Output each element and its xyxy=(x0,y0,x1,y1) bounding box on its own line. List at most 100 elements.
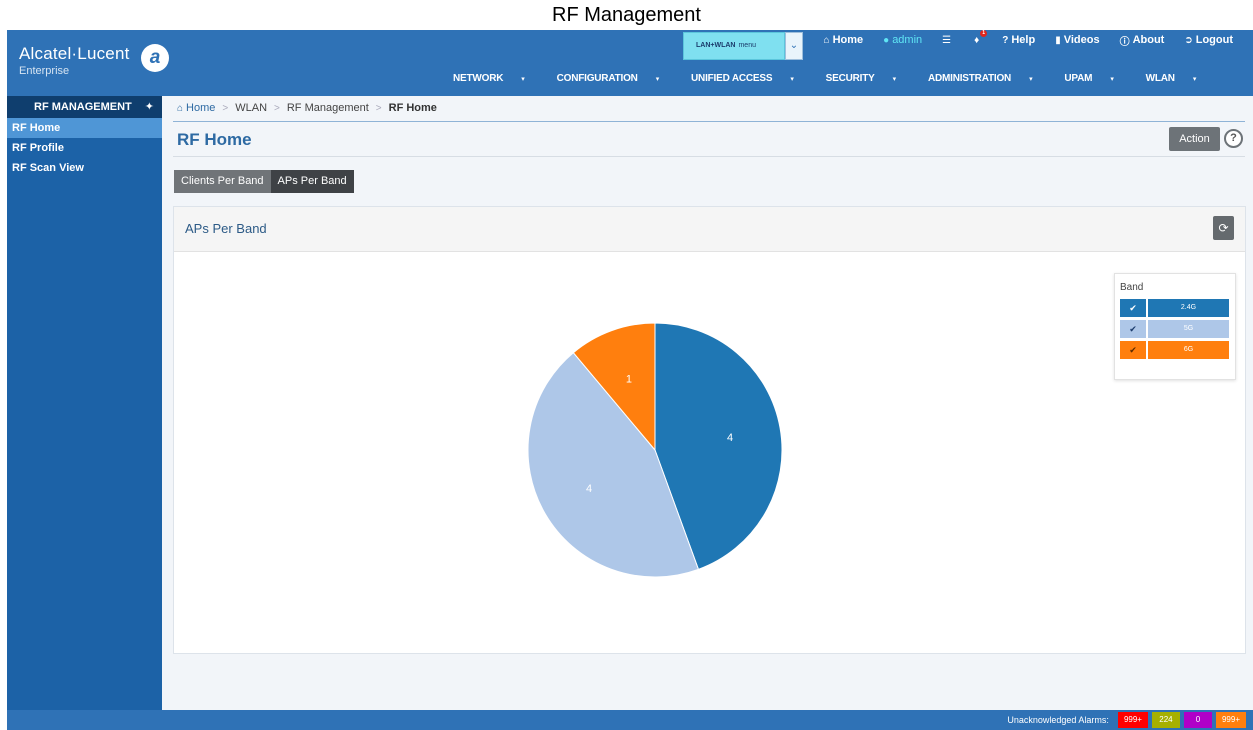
logout-icon: ➲ xyxy=(1184,34,1193,46)
help-link[interactable]: ? Help xyxy=(1002,32,1035,48)
alarm-warning[interactable]: 999+ xyxy=(1215,712,1246,728)
legend-label: 5G xyxy=(1148,320,1229,338)
sidebar: RF MANAGEMENT ✦ RF Home RF Profile RF Sc… xyxy=(7,96,162,710)
alarm-critical[interactable]: 999+ xyxy=(1117,712,1148,728)
pie-chart: 4 4 1 xyxy=(527,322,783,578)
sidebar-header: RF MANAGEMENT ✦ xyxy=(7,96,162,118)
help-link-label: Help xyxy=(1011,34,1036,46)
nav-configuration-label: CONFIGURATION xyxy=(556,73,638,84)
user-link-label: admin xyxy=(892,34,923,46)
legend-item-2-4g[interactable]: ✔ 2.4G xyxy=(1120,299,1229,317)
breadcrumb: ⌂ Home > WLAN > RF Management > RF Home xyxy=(177,102,437,114)
list-link[interactable]: ☰ xyxy=(942,32,954,48)
pin-icon[interactable]: ✦ xyxy=(145,96,154,118)
video-icon: ▮ xyxy=(1055,34,1061,46)
nav-security-label: SECURITY xyxy=(825,73,875,84)
question-icon: ? xyxy=(1002,34,1009,46)
nav-administration[interactable]: ADMINISTRATION ▾ xyxy=(928,73,1048,84)
brand-name: Alcatel·Lucent xyxy=(19,44,130,63)
nav-wlan-label: WLAN xyxy=(1145,73,1175,84)
check-icon: ✔ xyxy=(1120,341,1146,359)
alarms-label: Unacknowledged Alarms: xyxy=(1007,715,1109,725)
brand-logo[interactable]: Alcatel·Lucent Enterprise a xyxy=(19,44,169,77)
check-icon: ✔ xyxy=(1120,320,1146,338)
logout-link[interactable]: ➲ Logout xyxy=(1184,32,1233,48)
home-link[interactable]: ⌂ Home xyxy=(824,32,864,48)
caret-down-icon: ▾ xyxy=(1110,76,1114,83)
check-icon: ✔ xyxy=(1120,299,1146,317)
user-link[interactable]: ● admin xyxy=(883,32,922,48)
legend-item-6g[interactable]: ✔ 6G xyxy=(1120,341,1229,359)
app-window: Alcatel·Lucent Enterprise a LAN+WLAN menu… xyxy=(7,30,1253,730)
pie-data-label: 4 xyxy=(586,483,592,495)
caret-down-icon: ▾ xyxy=(655,76,660,83)
chart-panel: APs Per Band ⟳ 4 4 1 Band ✔ 2.4G ✔ 5G ✔ 6G xyxy=(173,206,1246,654)
tab-bar: Clients Per Band APs Per Band xyxy=(174,170,354,193)
breadcrumb-separator: > xyxy=(222,102,229,114)
caret-down-icon: ▾ xyxy=(1029,76,1033,83)
bell-icon: ♦ xyxy=(974,34,980,46)
home-icon: ⌂ xyxy=(823,34,830,46)
list-icon: ☰ xyxy=(942,34,952,46)
home-icon: ⌂ xyxy=(177,102,184,114)
pie-data-label: 1 xyxy=(626,373,632,385)
tab-clients-per-band[interactable]: Clients Per Band xyxy=(174,170,271,193)
nav-network-label: NETWORK xyxy=(453,73,504,84)
about-link-label: About xyxy=(1132,34,1165,46)
videos-link[interactable]: ▮ Videos xyxy=(1055,32,1099,48)
menu-selector-toggle[interactable]: ⌄ xyxy=(785,32,803,60)
home-link-label: Home xyxy=(832,34,864,46)
info-icon: ⓘ xyxy=(1119,36,1130,48)
about-link[interactable]: ⓘ About xyxy=(1120,32,1165,48)
sidebar-title: RF MANAGEMENT xyxy=(34,101,132,113)
videos-link-label: Videos xyxy=(1063,34,1100,46)
breadcrumb-separator: > xyxy=(375,102,382,114)
tab-aps-per-band[interactable]: APs Per Band xyxy=(270,170,354,193)
nav-upam[interactable]: UPAM ▾ xyxy=(1064,73,1129,84)
breadcrumb-home[interactable]: Home xyxy=(186,102,215,114)
panel-header: APs Per Band ⟳ xyxy=(174,207,1245,252)
breadcrumb-rf-management[interactable]: RF Management xyxy=(287,102,369,114)
menu-selector[interactable]: LAN+WLAN menu xyxy=(683,32,785,60)
alarm-major[interactable]: 224 xyxy=(1151,712,1180,728)
pie-data-label: 4 xyxy=(727,432,733,444)
nav-unified-access-label: UNIFIED ACCESS xyxy=(691,73,773,84)
title-divider xyxy=(173,156,1245,157)
sidebar-item-rf-profile[interactable]: RF Profile xyxy=(7,138,162,158)
nav-unified-access[interactable]: UNIFIED ACCESS ▾ xyxy=(691,73,810,84)
legend-label: 6G xyxy=(1148,341,1229,359)
nav-configuration[interactable]: CONFIGURATION ▾ xyxy=(557,73,675,84)
top-links: ⌂ Home ● admin ☰ ♦ 1 ? Help ▮ Videos ⓘ About ➲… xyxy=(824,30,1253,48)
sidebar-item-rf-scan-view[interactable]: RF Scan View xyxy=(7,158,162,178)
alerts-link[interactable]: ♦ 1 xyxy=(974,30,988,48)
sidebar-item-rf-home[interactable]: RF Home xyxy=(7,118,162,138)
nav-administration-label: ADMINISTRATION xyxy=(927,73,1012,84)
logout-link-label: Logout xyxy=(1195,34,1233,46)
alarms-bar: Unacknowledged Alarms: 999+ 224 0 999+ xyxy=(1007,712,1246,728)
main-nav: NETWORK ▾ CONFIGURATION ▾ UNIFIED ACCESS ▾ … xyxy=(453,73,1228,84)
window-title: RF Management xyxy=(552,4,701,26)
caret-down-icon: ▾ xyxy=(790,76,794,83)
help-button[interactable]: ? xyxy=(1224,129,1243,148)
caret-down-icon: ▾ xyxy=(1192,76,1197,83)
breadcrumb-current: RF Home xyxy=(388,102,437,114)
legend-label: 2.4G xyxy=(1148,299,1229,317)
action-button[interactable]: Action xyxy=(1169,127,1220,151)
alert-badge: 1 xyxy=(980,30,988,37)
alarm-minor[interactable]: 0 xyxy=(1183,712,1212,728)
menu-selector-suffix: menu xyxy=(738,42,756,49)
breadcrumb-divider xyxy=(173,121,1245,122)
caret-down-icon: ▾ xyxy=(892,76,897,83)
breadcrumb-wlan[interactable]: WLAN xyxy=(235,102,267,114)
page-title: RF Home xyxy=(177,130,252,149)
legend-item-5g[interactable]: ✔ 5G xyxy=(1120,320,1229,338)
brand-mark-icon: a xyxy=(141,44,169,72)
menu-selector-value: LAN+WLAN xyxy=(696,42,736,49)
nav-wlan[interactable]: WLAN ▾ xyxy=(1146,73,1213,84)
nav-network[interactable]: NETWORK ▾ xyxy=(453,73,541,84)
chevron-down-icon: ⌄ xyxy=(789,40,799,51)
refresh-button[interactable]: ⟳ xyxy=(1213,216,1234,240)
nav-security[interactable]: SECURITY ▾ xyxy=(826,73,912,84)
brand-sub: Enterprise xyxy=(19,65,70,77)
status-footer: Unacknowledged Alarms: 999+ 224 0 999+ xyxy=(7,710,1253,730)
